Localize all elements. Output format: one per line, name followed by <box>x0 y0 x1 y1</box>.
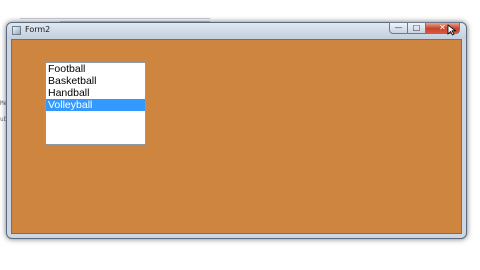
list-item-handball[interactable]: Handball <box>46 87 145 99</box>
close-icon: ✕ <box>439 23 446 32</box>
minimize-icon: — <box>394 23 403 32</box>
list-item-basketball[interactable]: Basketball <box>46 75 145 87</box>
form-client-area: Football Basketball Handball Volleyball <box>11 39 462 234</box>
list-item-volleyball[interactable]: Volleyball <box>46 99 145 111</box>
maximize-icon: □ <box>412 23 421 32</box>
list-item-football[interactable]: Football <box>46 63 145 75</box>
mouse-cursor-icon <box>447 24 457 36</box>
form-icon <box>12 26 21 35</box>
window-title: Form2 <box>25 25 51 34</box>
sports-listbox[interactable]: Football Basketball Handball Volleyball <box>45 62 146 145</box>
form-window[interactable]: Form2 — □ ✕ Football Basketball Handball… <box>6 22 467 239</box>
title-bar[interactable]: Form2 — □ ✕ <box>7 22 466 39</box>
minimize-button[interactable]: — <box>389 22 408 34</box>
maximize-button[interactable]: □ <box>408 22 426 34</box>
